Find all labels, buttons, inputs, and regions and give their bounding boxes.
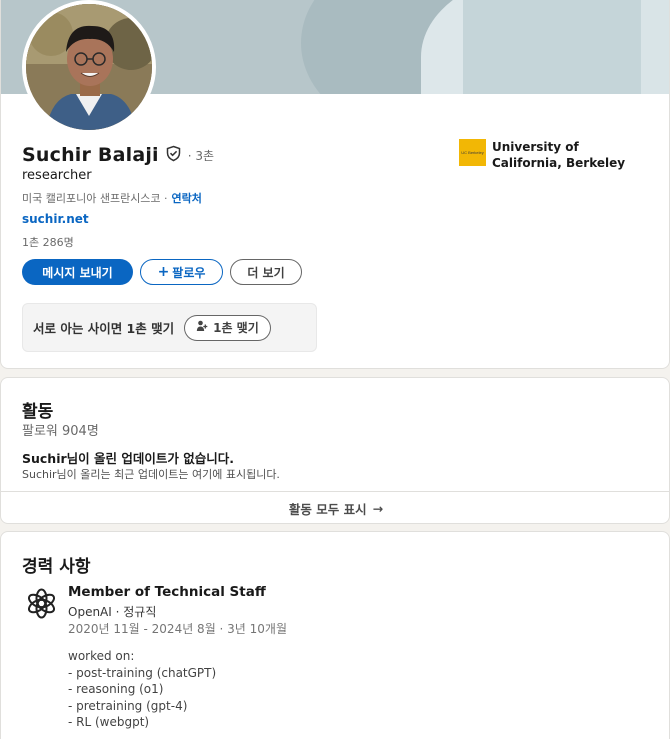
education-name: University of California, Berkeley xyxy=(492,140,626,170)
description-line: - post-training (chatGPT) xyxy=(68,665,217,680)
arrow-right-icon: → xyxy=(372,501,384,516)
experience-title: 경력 사항 xyxy=(22,557,91,577)
profile-headline: researcher xyxy=(22,168,92,183)
message-button-label: 메시지 보내기 xyxy=(42,265,113,280)
description-line: worked on: xyxy=(68,649,135,663)
profile-actions: 메시지 보내기 + 팔로우 더 보기 xyxy=(22,259,302,285)
message-button[interactable]: 메시지 보내기 xyxy=(22,259,133,285)
name-row: Suchir Balaji · 3촌 xyxy=(22,144,214,166)
profile-top-card: Suchir Balaji · 3촌 researcher 미국 캘리포니아 샌… xyxy=(0,0,670,369)
follow-button[interactable]: + 팔로우 xyxy=(140,259,223,285)
no-updates-subtext: Suchir님이 올리는 최근 업데이트는 여기에 표시됩니다. xyxy=(22,468,280,481)
description-line: - reasoning (o1) xyxy=(68,682,164,696)
activity-card: 활동 팔로워 904명 Suchir님이 올린 업데이트가 없습니다. Such… xyxy=(0,377,670,524)
plus-icon: + xyxy=(157,264,170,280)
description-line: - RL (webgpt) xyxy=(68,715,150,729)
connect-prompt: 서로 아는 사이면 1촌 맺기 1촌 맺기 xyxy=(22,303,317,352)
show-all-label: 활동 모두 표시 xyxy=(288,502,367,517)
profile-location: 미국 캘리포니아 샌프란시스코 · xyxy=(22,192,168,205)
followers-count: 팔로워 904명 xyxy=(22,424,99,439)
description-line: - pretraining (gpt-4) xyxy=(68,698,188,713)
location-row: 미국 캘리포니아 샌프란시스코 · 연락처 xyxy=(22,190,202,206)
uc-berkeley-logo: UC Berkeley xyxy=(459,139,486,166)
contact-info-link[interactable]: 연락처 xyxy=(172,190,202,206)
verified-shield-icon[interactable] xyxy=(165,145,182,166)
profile-avatar[interactable] xyxy=(22,0,156,134)
connections-count: 1촌 286명 xyxy=(22,236,74,249)
connect-prompt-text: 서로 아는 사이면 1촌 맺기 xyxy=(33,321,175,336)
education-summary[interactable]: UC Berkeley University of California, Be… xyxy=(459,139,642,171)
connect-button[interactable]: 1촌 맺기 xyxy=(184,314,271,341)
more-button[interactable]: 더 보기 xyxy=(230,259,302,285)
add-person-icon xyxy=(196,320,208,335)
activity-title: 활동 xyxy=(22,402,54,422)
website-link[interactable]: suchir.net xyxy=(22,212,89,226)
experience-role[interactable]: Member of Technical Staff xyxy=(68,584,266,600)
follow-button-label: 팔로우 xyxy=(172,265,206,280)
experience-company: OpenAI · 정규직 xyxy=(68,605,157,619)
openai-logo-icon[interactable] xyxy=(25,587,58,620)
experience-dates: 2020년 11월 - 2024년 8월 · 3년 10개월 xyxy=(68,622,288,636)
profile-name: Suchir Balaji xyxy=(22,144,159,166)
experience-card: 경력 사항 Member of Technical Staff OpenAI ·… xyxy=(0,531,670,739)
more-button-label: 더 보기 xyxy=(247,265,285,280)
show-all-activity-button[interactable]: 활동 모두 표시 → xyxy=(1,492,669,523)
connect-button-label: 1촌 맺기 xyxy=(213,321,259,335)
experience-description: worked on: - post-training (chatGPT) - r… xyxy=(68,648,216,731)
connection-degree: · 3촌 xyxy=(187,148,215,163)
no-updates-heading: Suchir님이 올린 업데이트가 없습니다. xyxy=(22,451,234,466)
